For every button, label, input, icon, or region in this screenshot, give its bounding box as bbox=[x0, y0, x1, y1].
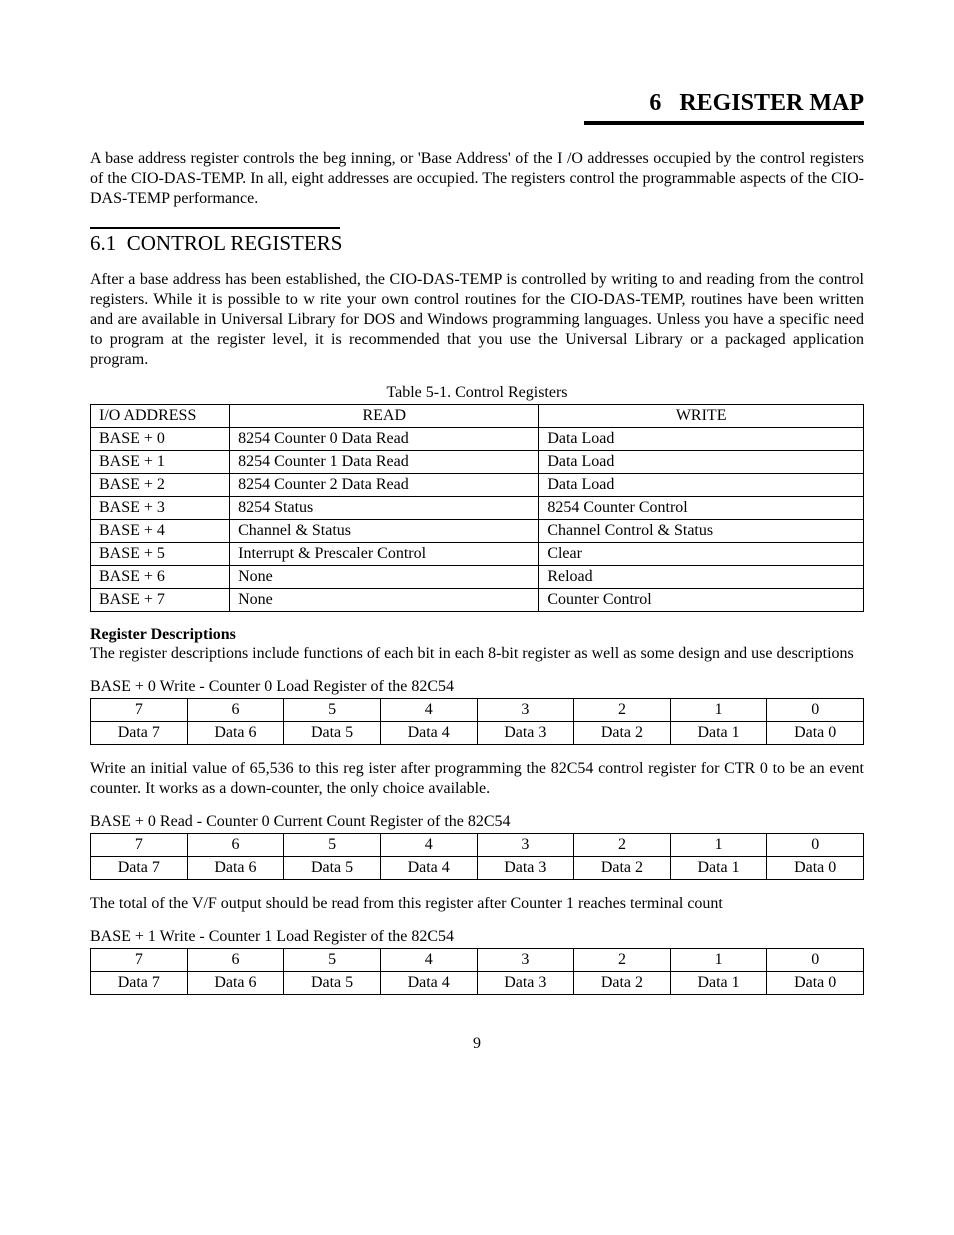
bit-data-row: Data 7Data 6Data 5Data 4Data 3Data 2Data… bbox=[91, 722, 864, 745]
base0-write-bit-table: 76543210 Data 7Data 6Data 5Data 4Data 3D… bbox=[90, 698, 864, 745]
chapter-header: 6 REGISTER MAP bbox=[90, 90, 864, 117]
bit-data-row: Data 7Data 6Data 5Data 4Data 3Data 2Data… bbox=[91, 857, 864, 880]
register-descriptions-text: The register descriptions include functi… bbox=[90, 644, 864, 664]
chapter-number: 6 bbox=[649, 90, 661, 116]
section-rule bbox=[90, 227, 340, 229]
page-number: 9 bbox=[90, 1035, 864, 1053]
table-row: BASE + 7NoneCounter Control bbox=[91, 589, 864, 612]
section-number: 6.1 bbox=[90, 231, 116, 255]
chapter-rule bbox=[584, 121, 864, 125]
base1-write-bit-table: 76543210 Data 7Data 6Data 5Data 4Data 3D… bbox=[90, 948, 864, 995]
section-heading: 6.1 CONTROL REGISTERS bbox=[90, 231, 864, 256]
bit-data-row: Data 7Data 6Data 5Data 4Data 3Data 2Data… bbox=[91, 972, 864, 995]
section-paragraph: After a base address has been establishe… bbox=[90, 270, 864, 370]
base1-write-label: BASE + 1 Write - Counter 1 Load Register… bbox=[90, 928, 864, 946]
header-write: WRITE bbox=[539, 405, 864, 428]
table-row: BASE + 08254 Counter 0 Data ReadData Loa… bbox=[91, 428, 864, 451]
header-read: READ bbox=[230, 405, 539, 428]
header-addr: I/O ADDRESS bbox=[91, 405, 230, 428]
bit-header-row: 76543210 bbox=[91, 834, 864, 857]
table-row: BASE + 4Channel & StatusChannel Control … bbox=[91, 520, 864, 543]
table-row: BASE + 38254 Status8254 Counter Control bbox=[91, 497, 864, 520]
table-row: BASE + 6NoneReload bbox=[91, 566, 864, 589]
chapter-title: REGISTER MAP bbox=[679, 90, 864, 116]
bit-header-row: 76543210 bbox=[91, 949, 864, 972]
table-caption: Table 5-1. Control Registers bbox=[90, 384, 864, 402]
bit-header-row: 76543210 bbox=[91, 699, 864, 722]
base0-read-note: The total of the V/F output should be re… bbox=[90, 894, 864, 914]
control-registers-table: I/O ADDRESS READ WRITE BASE + 08254 Coun… bbox=[90, 404, 864, 612]
table-header-row: I/O ADDRESS READ WRITE bbox=[91, 405, 864, 428]
table-row: BASE + 5Interrupt & Prescaler ControlCle… bbox=[91, 543, 864, 566]
section-title: CONTROL REGISTERS bbox=[127, 231, 343, 255]
base0-write-note: Write an initial value of 65,536 to this… bbox=[90, 759, 864, 799]
base0-write-label: BASE + 0 Write - Counter 0 Load Register… bbox=[90, 678, 864, 696]
intro-paragraph: A base address register controls the beg… bbox=[90, 149, 864, 209]
register-descriptions-heading: Register Descriptions bbox=[90, 626, 864, 644]
table-row: BASE + 18254 Counter 1 Data ReadData Loa… bbox=[91, 451, 864, 474]
table-row: BASE + 28254 Counter 2 Data ReadData Loa… bbox=[91, 474, 864, 497]
base0-read-bit-table: 76543210 Data 7Data 6Data 5Data 4Data 3D… bbox=[90, 833, 864, 880]
base0-read-label: BASE + 0 Read - Counter 0 Current Count … bbox=[90, 813, 864, 831]
